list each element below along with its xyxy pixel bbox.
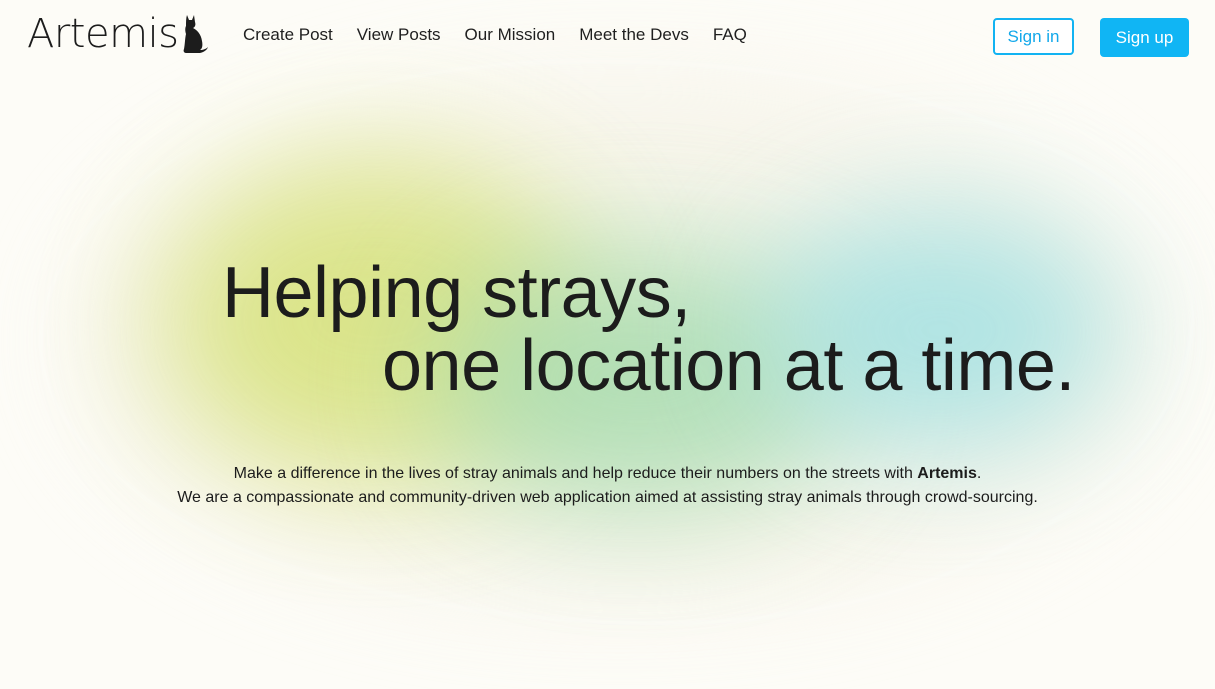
nav-link-create-post[interactable]: Create Post — [243, 24, 333, 46]
brand-name: Artemis — [27, 11, 179, 57]
sign-up-button[interactable]: Sign up — [1100, 18, 1189, 57]
brand-logo[interactable]: Artemis — [27, 10, 209, 58]
hero-heading-line-1: Helping strays, — [222, 253, 691, 333]
main-nav: Create Post View Posts Our Mission Meet … — [243, 24, 747, 46]
cat-silhouette-icon — [183, 15, 208, 53]
description-period: . — [976, 465, 982, 482]
nav-link-faq[interactable]: FAQ — [713, 24, 747, 46]
nav-link-meet-the-devs[interactable]: Meet the Devs — [579, 24, 689, 46]
description-brand-name: Artemis — [917, 465, 977, 482]
nav-link-view-posts[interactable]: View Posts — [357, 24, 441, 46]
navbar: Artemis Create Post View Posts Our Missi… — [0, 0, 1215, 72]
hero-heading-line-2: one location at a time. — [382, 326, 1075, 406]
description-line-1: Make a difference in the lives of stray … — [0, 462, 1215, 486]
nav-link-our-mission[interactable]: Our Mission — [465, 24, 556, 46]
description-text: Make a difference in the lives of stray … — [233, 465, 918, 482]
sign-in-button[interactable]: Sign in — [993, 18, 1074, 55]
landing-page: Artemis Create Post View Posts Our Missi… — [0, 0, 1215, 689]
description-line-2: We are a compassionate and community-dri… — [177, 489, 1038, 506]
hero-description: Make a difference in the lives of stray … — [0, 462, 1215, 510]
